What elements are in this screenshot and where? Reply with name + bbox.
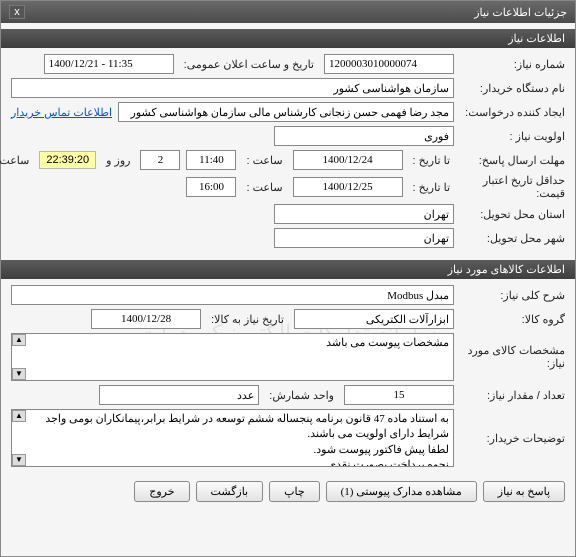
priority-label: اولویت نیاز :	[460, 130, 565, 143]
buyer-contact-link[interactable]: اطلاعات تماس خریدار	[11, 106, 112, 119]
valid-time-field[interactable]	[186, 177, 236, 197]
need-date-field[interactable]	[91, 309, 201, 329]
priority-field[interactable]	[274, 126, 454, 146]
requester-field[interactable]	[118, 102, 454, 122]
deliver-province-label: استان محل تحویل:	[460, 208, 565, 221]
time-label-2: ساعت :	[242, 181, 286, 194]
section-goods-header: اطلاعات کالاهای مورد نیاز	[1, 260, 575, 279]
deadline-time-field[interactable]	[186, 150, 236, 170]
attachments-button[interactable]: مشاهده مدارک پیوستی (1)	[326, 481, 477, 502]
group-label: گروه کالا:	[460, 313, 565, 326]
scroll-down-icon[interactable]: ▼	[12, 454, 26, 466]
remain-label: ساعت باقی مانده	[0, 154, 33, 167]
section-need-info-header: اطلاعات نیاز	[1, 29, 575, 48]
to-date-label-2: تا تاریخ :	[409, 181, 454, 194]
exit-button[interactable]: خروج	[134, 481, 189, 502]
close-icon[interactable]: x	[9, 5, 25, 19]
button-bar: پاسخ به نیاز مشاهده مدارک پیوستی (1) چاپ…	[1, 473, 575, 510]
spec-textarea[interactable]	[11, 333, 454, 381]
need-number-label: شماره نیاز:	[460, 58, 565, 71]
deliver-city-label: شهر محل تحویل:	[460, 232, 565, 245]
buyer-notes-textarea[interactable]	[11, 409, 454, 467]
unit-label: واحد شمارش:	[265, 389, 338, 402]
need-date-label: تاریخ نیاز به کالا:	[207, 313, 288, 326]
window-title: جزئیات اطلاعات نیاز	[474, 6, 567, 19]
need-number-field[interactable]	[324, 54, 454, 74]
valid-date-field[interactable]	[293, 177, 403, 197]
buyer-notes-label: توضیحات خریدار:	[460, 432, 565, 445]
announce-datetime-field[interactable]	[44, 54, 174, 74]
print-button[interactable]: چاپ	[269, 481, 320, 502]
back-button[interactable]: بازگشت	[196, 481, 264, 502]
deadline-send-label: مهلت ارسال پاسخ:	[460, 154, 565, 167]
scroll-down-icon[interactable]: ▼	[12, 368, 26, 380]
scroll-up-icon[interactable]: ▲	[12, 410, 26, 422]
window: جزئیات اطلاعات نیاز x اطلاعات نیاز شماره…	[0, 0, 576, 557]
valid-label: حداقل تاریخ اعتبار قیمت:	[460, 174, 565, 200]
time-label-1: ساعت :	[242, 154, 286, 167]
deliver-province-field[interactable]	[274, 204, 454, 224]
desc-field[interactable]	[11, 285, 454, 305]
need-info-form: شماره نیاز: تاریخ و ساعت اعلان عمومی: نا…	[1, 48, 575, 254]
to-date-label-1: تا تاریخ :	[409, 154, 454, 167]
days-field[interactable]	[140, 150, 180, 170]
org-field[interactable]	[11, 78, 454, 98]
group-field[interactable]	[294, 309, 454, 329]
org-label: نام دستگاه خریدار:	[460, 82, 565, 95]
qty-field[interactable]	[344, 385, 454, 405]
deadline-date-field[interactable]	[293, 150, 403, 170]
respond-button[interactable]: پاسخ به نیاز	[483, 481, 565, 502]
goods-form: شرح کلی نیاز: گروه کالا: تاریخ نیاز به ک…	[1, 279, 575, 473]
spec-label: مشخصات کالای مورد نیاز:	[460, 344, 565, 370]
desc-label: شرح کلی نیاز:	[460, 289, 565, 302]
requester-label: ایجاد کننده درخواست:	[460, 106, 565, 119]
titlebar: جزئیات اطلاعات نیاز x	[1, 1, 575, 23]
days-and-label: روز و	[102, 154, 134, 167]
deliver-city-field[interactable]	[274, 228, 454, 248]
qty-label: تعداد / مقدار نیاز:	[460, 389, 565, 402]
unit-field[interactable]	[99, 385, 259, 405]
announce-label: تاریخ و ساعت اعلان عمومی:	[180, 58, 318, 71]
countdown-badge: 22:39:20	[39, 151, 96, 169]
scroll-up-icon[interactable]: ▲	[12, 334, 26, 346]
